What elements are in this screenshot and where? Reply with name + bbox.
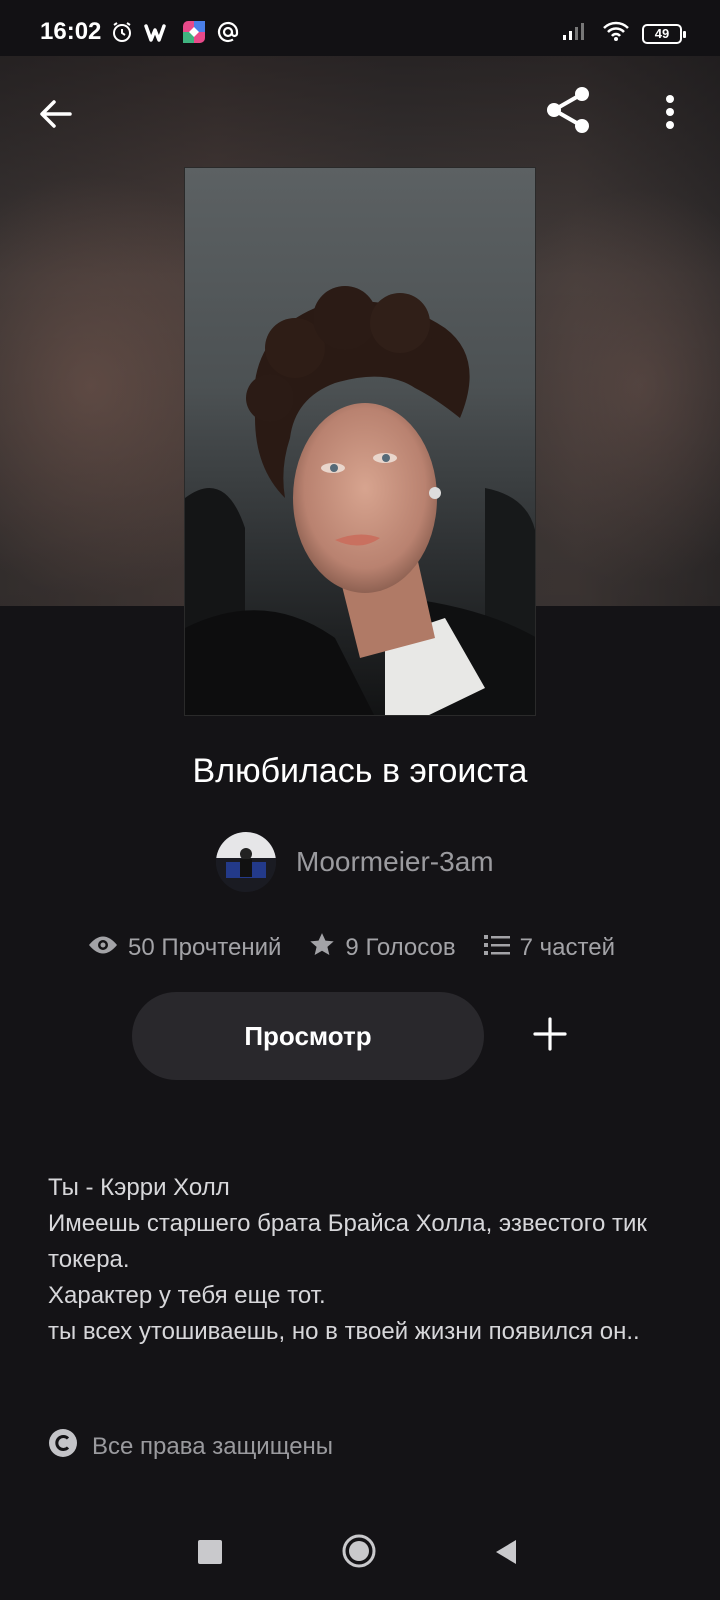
cover-photo [185, 286, 535, 715]
add-to-library-button[interactable] [506, 992, 594, 1080]
at-icon [216, 20, 240, 49]
parts-stat: 7 частей [483, 934, 615, 963]
status-system-icons: 49 [562, 20, 686, 47]
back-arrow-icon [36, 94, 76, 139]
votes-count: 9 Голосов [345, 934, 456, 961]
description-line: Имеешь старшего брата Брайса Холла, эзве… [48, 1210, 654, 1273]
plus-icon [533, 1016, 567, 1056]
read-button[interactable]: Просмотр [132, 992, 484, 1080]
back-triangle-icon [496, 1540, 516, 1564]
author-link[interactable]: Moormeier-3am [216, 832, 494, 892]
signal-icon [562, 20, 590, 47]
avatar-photo [216, 832, 276, 892]
more-options-button[interactable] [650, 86, 690, 142]
copyright-icon [48, 1428, 78, 1465]
more-vertical-icon [664, 94, 676, 135]
reads-stat: 50 Прочтений [88, 934, 281, 963]
wifi-icon [602, 20, 630, 47]
description-line: ты всех утошиваешь, но в твоей жизни поя… [48, 1318, 640, 1345]
home-circle-icon [342, 1534, 376, 1568]
system-back-button[interactable] [494, 1538, 518, 1566]
reads-count: 50 Прочтений [128, 934, 282, 961]
battery-icon: 49 [642, 23, 686, 44]
story-description: Ты - Кэрри Холл Имеешь старшего брата Бр… [48, 1170, 678, 1350]
description-line: Характер у тебя еще тот. [48, 1282, 326, 1309]
home-button[interactable] [342, 1534, 376, 1568]
share-button[interactable] [538, 82, 598, 142]
status-time: 16:02 [40, 18, 102, 45]
eye-icon [88, 934, 118, 963]
description-line: Ты - Кэрри Холл [48, 1174, 230, 1201]
votes-stat: 9 Голосов [309, 932, 456, 965]
book-title: Влюбилась в эгоиста [192, 752, 528, 790]
alarm-icon [110, 20, 134, 49]
share-icon [542, 84, 594, 141]
list-icon [483, 934, 510, 963]
back-button[interactable] [28, 88, 84, 144]
copyright-notice: Все права защищены [48, 1428, 333, 1465]
author-avatar[interactable] [216, 832, 276, 892]
parts-count: 7 частей [519, 934, 615, 961]
book-cover-image[interactable] [184, 167, 536, 716]
status-bar: 16:02 49 [0, 0, 720, 56]
author-name[interactable]: Moormeier-3am [296, 846, 494, 878]
app-icon [182, 20, 206, 49]
status-notification-icons [110, 20, 240, 49]
recent-apps-button[interactable] [198, 1540, 222, 1564]
copyright-text: Все права защищены [92, 1432, 334, 1460]
story-stats: 50 Прочтений 9 Голосов 7 частей [88, 928, 643, 968]
wattpad-icon [144, 20, 172, 49]
star-icon [309, 932, 335, 965]
